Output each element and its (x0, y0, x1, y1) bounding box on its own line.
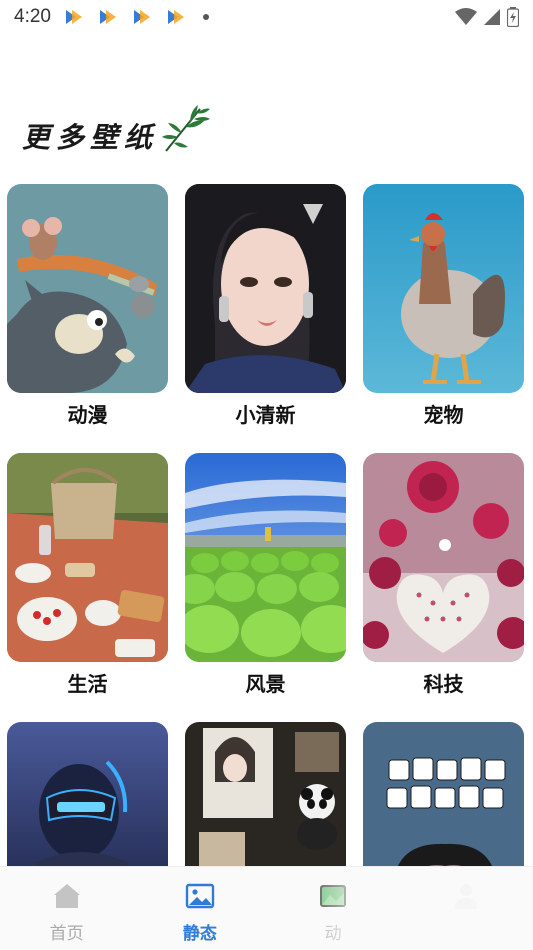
bamboo-icon (162, 105, 211, 152)
nav-label-static: 静态 (182, 924, 217, 944)
nav-tab-home[interactable]: 首页 (0, 867, 133, 950)
wifi-icon (455, 8, 477, 25)
image-icon (185, 883, 215, 909)
category-grid: 动漫 小清新 宠物 生活 风景 科技 (7, 184, 526, 866)
nav-tab-dynamic[interactable]: 动 (267, 867, 400, 950)
cellular-signal-icon (484, 9, 500, 25)
app-notification-icon (61, 5, 85, 29)
app-notification-icon (95, 5, 119, 29)
girl-portrait-image (185, 184, 346, 393)
category-card-scenery[interactable]: 风景 (185, 453, 346, 698)
collage-panda-image (185, 722, 346, 866)
category-card-7[interactable] (7, 722, 168, 866)
more-notifications-dot-icon (202, 14, 209, 20)
app-notification-icon (163, 5, 187, 29)
category-card-anime[interactable]: 动漫 (7, 184, 168, 429)
category-label: 科技 (423, 672, 464, 696)
cartoon-cat-mouse-image (7, 184, 168, 393)
rooster-image (363, 184, 524, 393)
category-label: 小清新 (235, 403, 296, 427)
cartoon-boy-quote-image (363, 722, 524, 866)
section-title: 更多壁纸 (22, 121, 159, 154)
green-field-landscape-image (185, 453, 346, 662)
picnic-image (7, 453, 168, 662)
nav-tab-static[interactable]: 静态 (133, 867, 266, 950)
battery-charging-icon (507, 7, 519, 27)
category-card-8[interactable] (185, 722, 346, 866)
dynamic-wallpaper-icon (320, 885, 347, 907)
status-time: 4:20 (14, 6, 51, 27)
category-card-9[interactable] (363, 722, 524, 866)
category-label: 动漫 (67, 403, 108, 427)
category-label: 生活 (67, 672, 108, 696)
app-notification-icon (129, 5, 153, 29)
category-card-fresh[interactable]: 小清新 (185, 184, 346, 429)
category-card-pets[interactable]: 宠物 (363, 184, 524, 429)
category-label: 宠物 (423, 403, 464, 427)
status-bar: 4:20 (0, 0, 533, 34)
rose-heart-image (363, 453, 524, 662)
category-card-tech[interactable]: 科技 (363, 453, 524, 698)
nav-tab-profile[interactable] (400, 867, 533, 950)
section-header: 更多壁纸 (22, 105, 212, 164)
cyber-warrior-image (7, 722, 168, 866)
category-label: 风景 (245, 672, 286, 696)
home-icon (53, 884, 80, 908)
nav-label-home: 首页 (49, 924, 84, 944)
profile-icon (455, 884, 478, 909)
nav-label-dynamic: 动 (324, 924, 342, 944)
category-card-life[interactable]: 生活 (7, 453, 168, 698)
bottom-navigation: 首页 静态 动 (0, 866, 533, 950)
